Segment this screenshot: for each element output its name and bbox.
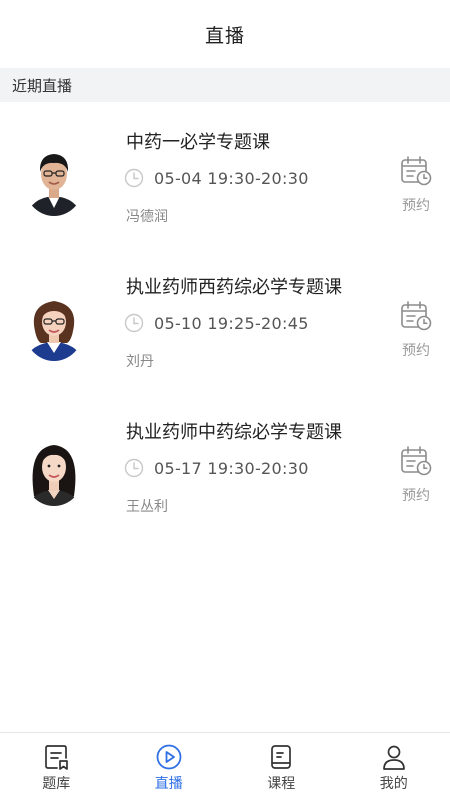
- teacher-avatar: [23, 436, 85, 506]
- teacher-avatar: [23, 291, 85, 361]
- user-icon: [382, 745, 405, 770]
- live-item[interactable]: 执业药师西药综必学专题课 05-10 19:25-20:45 刘丹 预约: [0, 247, 450, 392]
- tab-course[interactable]: 课程: [225, 733, 338, 800]
- calendar-clock-icon: [401, 301, 432, 331]
- course-title: 中药一必学专题课: [126, 132, 270, 153]
- tab-label: 课程: [267, 775, 296, 792]
- tab-label: 我的: [379, 775, 408, 792]
- live-item[interactable]: 执业药师中药综必学专题课 05-17 19:30-20:30 王丛利 预约: [0, 392, 450, 537]
- page-title: 直播: [204, 24, 245, 47]
- teacher-name: 王丛利: [126, 499, 168, 515]
- live-time: 05-10 19:25-20:45: [154, 313, 309, 333]
- tab-live[interactable]: 直播: [113, 733, 226, 800]
- time-row: 05-17 19:30-20:30: [124, 458, 309, 478]
- live-list: 中药一必学专题课 05-04 19:30-20:30 冯德润 预约 执业药师西药…: [0, 102, 450, 537]
- tab-label: 直播: [154, 775, 183, 792]
- reserve-label: 预约: [402, 343, 430, 359]
- teacher-name: 刘丹: [126, 354, 154, 370]
- time-row: 05-10 19:25-20:45: [124, 313, 309, 333]
- live-time: 05-17 19:30-20:30: [154, 458, 309, 478]
- calendar-clock-icon: [401, 446, 432, 476]
- reserve-button[interactable]: 预约: [396, 299, 436, 360]
- section-title: 近期直播: [12, 76, 73, 95]
- tab-mine[interactable]: 我的: [338, 733, 450, 800]
- teacher-avatar: [23, 146, 85, 216]
- play-circle-icon: [156, 744, 182, 769]
- tab-question-bank[interactable]: 题库: [0, 733, 113, 800]
- time-row: 05-04 19:30-20:30: [124, 168, 309, 188]
- live-time: 05-04 19:30-20:30: [154, 168, 309, 188]
- reserve-button[interactable]: 预约: [396, 444, 436, 505]
- clock-icon: [124, 458, 144, 478]
- teacher-name: 冯德润: [126, 209, 168, 225]
- course-icon: [271, 744, 292, 769]
- course-title: 执业药师西药综必学专题课: [126, 277, 342, 298]
- question-bank-icon: [45, 744, 69, 770]
- section-header: 近期直播: [0, 68, 450, 102]
- reserve-button[interactable]: 预约: [396, 154, 436, 215]
- bottom-tab-bar: 题库 直播 课程 我的: [0, 732, 450, 800]
- live-item[interactable]: 中药一必学专题课 05-04 19:30-20:30 冯德润 预约: [0, 102, 450, 247]
- tab-label: 题库: [42, 775, 71, 792]
- clock-icon: [124, 168, 144, 188]
- reserve-label: 预约: [402, 198, 430, 214]
- clock-icon: [124, 313, 144, 333]
- course-title: 执业药师中药综必学专题课: [126, 422, 342, 443]
- reserve-label: 预约: [402, 488, 430, 504]
- calendar-clock-icon: [401, 156, 432, 186]
- header: 直播: [0, 0, 450, 68]
